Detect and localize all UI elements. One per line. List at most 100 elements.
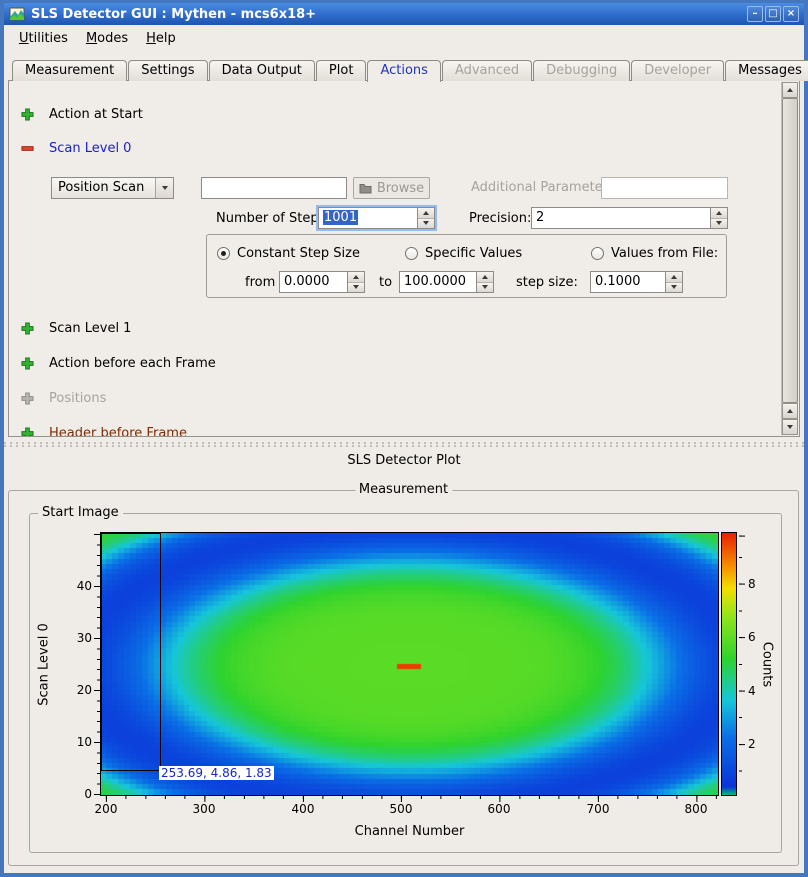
titlebar[interactable]: SLS Detector GUI : Mythen - mcs6x18+ – □… bbox=[4, 3, 804, 25]
step-size-value: 0.1000 bbox=[591, 272, 665, 292]
from-value: 0.0000 bbox=[280, 272, 347, 292]
x-tick-label: 300 bbox=[184, 802, 224, 816]
step-options-group: Constant Step Size Specific Values Value… bbox=[206, 234, 727, 298]
window-title: SLS Detector GUI : Mythen - mcs6x18+ bbox=[31, 7, 316, 22]
folder-icon bbox=[359, 183, 372, 194]
tab-actions[interactable]: Actions bbox=[367, 60, 441, 82]
menubar: Utilities Modes Help bbox=[4, 25, 804, 51]
actions-tab-panel: Action at Start Scan Level 0 Position Sc… bbox=[8, 80, 800, 437]
tab-messages[interactable]: Messages bbox=[725, 60, 808, 81]
to-spinbox[interactable]: 100.0000 bbox=[399, 271, 494, 293]
spin-up-icon[interactable] bbox=[348, 272, 364, 282]
menu-utilities[interactable]: Utilities bbox=[10, 28, 77, 49]
to-label: to bbox=[379, 275, 392, 290]
precision-value: 2 bbox=[532, 208, 710, 228]
start-image-title: Start Image bbox=[38, 505, 123, 520]
radio-file-label: Values from File: bbox=[611, 246, 718, 261]
spin-up-icon[interactable] bbox=[711, 208, 727, 218]
radio-constant-step[interactable]: Constant Step Size bbox=[217, 244, 360, 262]
scan-level-0-label: Scan Level 0 bbox=[49, 141, 131, 156]
additional-parameter-label: Additional Parameter: bbox=[471, 180, 612, 195]
scrollbar-thumb[interactable] bbox=[782, 98, 798, 403]
spin-down-icon[interactable] bbox=[666, 282, 682, 293]
tab-developer: Developer bbox=[631, 60, 724, 81]
x-tick-label: 400 bbox=[283, 802, 323, 816]
scroll-down-icon[interactable] bbox=[782, 419, 798, 435]
measurement-group: Measurement Start Image 0 10 20 30 40 20… bbox=[8, 490, 799, 866]
from-label: from bbox=[245, 275, 275, 290]
app-icon bbox=[9, 6, 25, 22]
radio-values-from-file[interactable]: Values from File: bbox=[591, 244, 718, 262]
step-size-spinbox[interactable]: 0.1000 bbox=[590, 271, 683, 293]
spin-up-icon[interactable] bbox=[418, 208, 434, 218]
radio-icon bbox=[591, 247, 604, 260]
y-tick-label: 10 bbox=[54, 735, 92, 749]
add-icon-disabled bbox=[21, 392, 34, 405]
action-before-frame-label: Action before each Frame bbox=[49, 356, 216, 371]
y-axis-minor-ticks bbox=[97, 533, 100, 795]
heatmap-canvas[interactable] bbox=[100, 532, 719, 796]
scroll-up-icon[interactable] bbox=[782, 82, 798, 98]
tab-plot[interactable]: Plot bbox=[316, 60, 367, 81]
tab-debugging: Debugging bbox=[533, 60, 630, 81]
scan-level-1-row[interactable]: Scan Level 1 bbox=[21, 319, 131, 337]
scan-level-1-label: Scan Level 1 bbox=[49, 321, 131, 336]
add-icon bbox=[21, 427, 34, 438]
tab-settings[interactable]: Settings bbox=[128, 60, 207, 81]
radio-checked-icon bbox=[217, 247, 230, 260]
y-tick-label: 40 bbox=[54, 579, 92, 593]
x-tick-label: 200 bbox=[86, 802, 126, 816]
chevron-down-icon bbox=[155, 178, 173, 198]
menu-help[interactable]: Help bbox=[137, 28, 185, 49]
from-spinbox[interactable]: 0.0000 bbox=[279, 271, 365, 293]
colorbar-minor-ticks bbox=[739, 533, 742, 795]
add-icon bbox=[21, 357, 34, 370]
header-before-frame-row[interactable]: Header before Frame bbox=[21, 424, 187, 437]
scan-file-input[interactable] bbox=[201, 177, 347, 199]
app-window: SLS Detector GUI : Mythen - mcs6x18+ – □… bbox=[0, 0, 808, 877]
radio-specific-values[interactable]: Specific Values bbox=[405, 244, 522, 262]
close-icon[interactable]: × bbox=[783, 6, 799, 22]
minimize-icon[interactable]: – bbox=[747, 6, 763, 22]
colorbar-tick-label: 8 bbox=[748, 577, 768, 591]
spin-down-icon[interactable] bbox=[477, 282, 493, 293]
action-at-start-row[interactable]: Action at Start bbox=[21, 105, 143, 123]
scan-mode-combo[interactable]: Position Scan bbox=[51, 177, 174, 199]
positions-row: Positions bbox=[21, 389, 106, 407]
additional-parameter-input bbox=[601, 177, 728, 199]
radio-constant-label: Constant Step Size bbox=[237, 246, 360, 261]
action-at-start-label: Action at Start bbox=[49, 107, 143, 122]
precision-spinbox[interactable]: 2 bbox=[531, 207, 728, 229]
x-axis-minor-ticks bbox=[101, 796, 718, 799]
x-tick-label: 800 bbox=[676, 802, 716, 816]
x-tick-label: 700 bbox=[578, 802, 618, 816]
spin-up-icon[interactable] bbox=[666, 272, 682, 282]
spin-down-icon[interactable] bbox=[348, 282, 364, 293]
browse-label: Browse bbox=[377, 181, 424, 196]
window-controls: – □ × bbox=[747, 6, 799, 22]
number-of-steps-spinbox[interactable]: 1001 bbox=[318, 207, 435, 229]
browse-button: Browse bbox=[353, 177, 430, 199]
splitter-handle[interactable] bbox=[4, 441, 804, 451]
number-of-steps-value: 1001 bbox=[323, 210, 358, 225]
maximize-icon[interactable]: □ bbox=[765, 6, 781, 22]
spin-down-icon[interactable] bbox=[418, 218, 434, 229]
action-before-frame-row[interactable]: Action before each Frame bbox=[21, 354, 216, 372]
menu-modes[interactable]: Modes bbox=[77, 28, 137, 49]
x-axis-title: Channel Number bbox=[101, 824, 718, 839]
y-tick-label: 0 bbox=[54, 787, 92, 801]
y-tick-label: 20 bbox=[54, 683, 92, 697]
plot-dock-title: SLS Detector Plot bbox=[4, 453, 804, 468]
scroll-up-icon[interactable] bbox=[782, 403, 798, 419]
precision-label: Precision: bbox=[469, 211, 531, 226]
spin-up-icon[interactable] bbox=[477, 272, 493, 282]
spin-down-icon[interactable] bbox=[711, 218, 727, 229]
y-axis-title: Scan Level 0 bbox=[37, 585, 52, 745]
tab-data-output[interactable]: Data Output bbox=[209, 60, 315, 81]
scan-level-0-row[interactable]: Scan Level 0 bbox=[21, 139, 131, 157]
vertical-scrollbar[interactable] bbox=[781, 82, 798, 435]
tab-advanced: Advanced bbox=[442, 60, 532, 81]
positions-label: Positions bbox=[49, 391, 106, 406]
colorbar-tick-label: 2 bbox=[748, 737, 768, 751]
tab-measurement[interactable]: Measurement bbox=[12, 60, 127, 81]
